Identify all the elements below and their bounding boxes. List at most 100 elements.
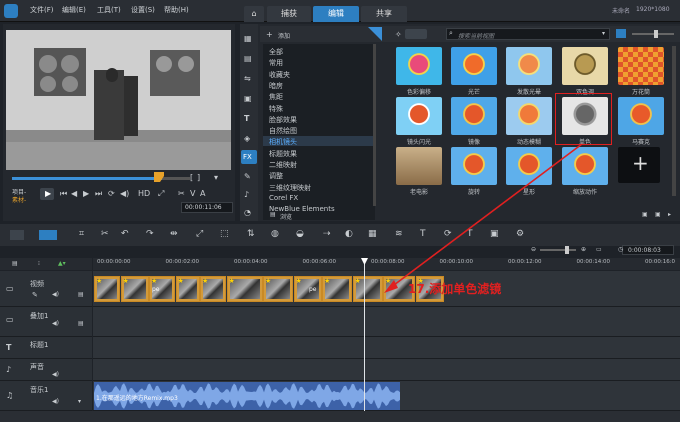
video-clip[interactable]: ★ — [175, 276, 200, 302]
speed-icon[interactable]: ◔ — [244, 208, 251, 217]
split-icon[interactable]: ✂ — [178, 189, 185, 198]
category-item[interactable]: 相机镜头 — [269, 137, 297, 147]
timeline-view-button[interactable] — [39, 230, 57, 240]
v-icon[interactable]: V — [190, 189, 195, 198]
add-icon[interactable]: + — [266, 30, 273, 39]
skip-end-icon[interactable]: ⏭ — [95, 189, 102, 199]
step-back-icon[interactable]: ◀ — [71, 189, 77, 198]
filter-thumbnail[interactable] — [451, 47, 497, 85]
a-icon[interactable]: A — [200, 189, 205, 198]
mix-icon[interactable]: ◍ — [271, 229, 279, 239]
track-manager-icon[interactable]: ▤ — [12, 260, 18, 267]
video-clip[interactable]: ★ — [293, 276, 322, 302]
video-clip[interactable]: ★ — [120, 276, 149, 302]
split-audio-icon[interactable]: ⇅ — [247, 229, 255, 239]
menu-edit[interactable]: 编辑(E) — [62, 5, 86, 15]
fit-icon[interactable]: ⤢ — [196, 229, 203, 239]
filter-thumbnail[interactable] — [396, 47, 442, 85]
tab-share[interactable]: 共享 — [361, 6, 407, 22]
overlay-mute-icon[interactable]: ◀) — [52, 320, 59, 327]
trim-icon[interactable]: ⇹ — [170, 229, 178, 239]
title-icon[interactable]: T — [244, 114, 249, 123]
filter-thumbnail[interactable] — [396, 97, 442, 135]
voice-track[interactable] — [93, 359, 680, 381]
transition-icon[interactable]: ⇋ — [244, 74, 251, 83]
music-ripple-icon[interactable]: ▾ — [78, 398, 81, 405]
filter-toggle[interactable] — [405, 29, 427, 39]
menu-settings[interactable]: 设置(S) — [131, 5, 155, 15]
category-item[interactable]: 标题效果 — [269, 149, 297, 159]
filter-thumbnail[interactable] — [618, 47, 664, 85]
filter-thumbnail[interactable] — [618, 97, 664, 135]
redo-icon[interactable]: ↷ — [146, 229, 154, 239]
overlay-track[interactable] — [93, 307, 680, 337]
voice-mute-icon[interactable]: ◀) — [52, 371, 59, 378]
template-icon[interactable]: ▣ — [244, 94, 252, 103]
audio-icon[interactable]: ♪ — [244, 190, 249, 199]
instant-project-icon[interactable]: ▤ — [244, 54, 252, 63]
motion-icon[interactable]: ⇢ — [323, 229, 331, 239]
filter-thumbnail[interactable] — [451, 97, 497, 135]
search-dropdown-icon[interactable]: ▾ — [602, 30, 605, 37]
undo-icon[interactable]: ↶ — [121, 229, 129, 239]
category-item[interactable]: 调整 — [269, 171, 283, 181]
graphic-icon[interactable]: ◈ — [244, 134, 250, 143]
browse-icon[interactable]: ▤ — [270, 211, 276, 218]
video-clip[interactable]: ★ — [226, 276, 263, 302]
category-item[interactable]: 暗房 — [269, 81, 283, 91]
tab-home[interactable]: ⌂ — [244, 6, 264, 22]
playhead[interactable] — [364, 258, 365, 411]
skip-start-icon[interactable]: ⏮ — [60, 189, 67, 199]
options-icon[interactable]: ▣ — [642, 211, 648, 218]
overlay-ripple-icon[interactable]: ▤ — [78, 320, 84, 327]
tab-capture[interactable]: 捕获 — [267, 6, 311, 22]
video-clip[interactable]: ★ — [94, 276, 120, 302]
filter-thumbnail[interactable] — [506, 97, 552, 135]
filter-thumbnail[interactable] — [506, 47, 552, 85]
menu-tools[interactable]: 工具(T) — [97, 5, 121, 15]
scrubber-bar[interactable] — [12, 177, 162, 180]
record-icon[interactable]: ⌗ — [79, 229, 84, 239]
grid-scrollbar[interactable] — [672, 46, 676, 196]
enlarge-icon[interactable]: ⤢ — [158, 189, 164, 199]
replace-icon[interactable]: ▣ — [655, 211, 661, 218]
thumb-size-slider[interactable] — [632, 33, 674, 35]
tab-edit[interactable]: 编辑 — [313, 6, 359, 22]
expand-icon[interactable]: ▸ — [668, 211, 671, 218]
category-item[interactable]: NewBlue Elements — [269, 205, 335, 213]
step-forward-icon[interactable]: ▶ — [83, 189, 89, 198]
category-item[interactable]: 脸部效果 — [269, 115, 297, 125]
dropdown-icon[interactable]: ▾ — [214, 173, 218, 182]
repeat-icon[interactable]: ⟳ — [108, 189, 115, 198]
video-clip[interactable]: ★ — [200, 276, 226, 302]
category-item[interactable]: Corel FX — [269, 194, 298, 202]
path-icon[interactable]: ✎ — [244, 172, 251, 181]
video-mute-icon[interactable]: ◀) — [52, 291, 59, 298]
category-item[interactable]: 二维映射 — [269, 160, 297, 170]
mark-in-icon[interactable]: [ — [190, 173, 193, 182]
volume-icon[interactable]: ◀) — [120, 189, 129, 198]
marker-icon[interactable]: ▲▾ — [58, 260, 66, 267]
title-track[interactable] — [93, 337, 680, 359]
hd-icon[interactable]: HD — [138, 189, 150, 198]
menu-file[interactable]: 文件(F) — [30, 5, 54, 15]
video-clip[interactable]: ★ — [322, 276, 352, 302]
thumb-size-handle[interactable] — [654, 30, 658, 38]
star-icon[interactable]: ✧ — [395, 30, 402, 39]
clip-mode-label[interactable]: 素材- — [12, 195, 26, 204]
music-mute-icon[interactable]: ◀) — [52, 398, 59, 405]
cut-icon[interactable]: ✂ — [101, 229, 109, 239]
category-item[interactable]: 收藏夹 — [269, 70, 290, 80]
storyboard-view-button[interactable] — [10, 230, 24, 240]
scale-icon[interactable]: ⬚ — [220, 229, 229, 239]
category-item[interactable]: 三维纹理映射 — [269, 183, 311, 193]
category-item[interactable]: 常用 — [269, 58, 283, 68]
media-icon[interactable]: ▦ — [244, 34, 252, 43]
video-ripple-icon[interactable]: ▤ — [78, 291, 84, 298]
video-clip[interactable]: ★ — [263, 276, 293, 302]
category-item[interactable]: 特殊 — [269, 104, 283, 114]
fit-project-icon[interactable]: ▭ — [596, 246, 602, 253]
mark-out-icon[interactable]: ] — [197, 173, 200, 182]
video-edit-icon[interactable]: ✎ — [32, 291, 38, 299]
category-item[interactable]: 焦距 — [269, 92, 283, 102]
